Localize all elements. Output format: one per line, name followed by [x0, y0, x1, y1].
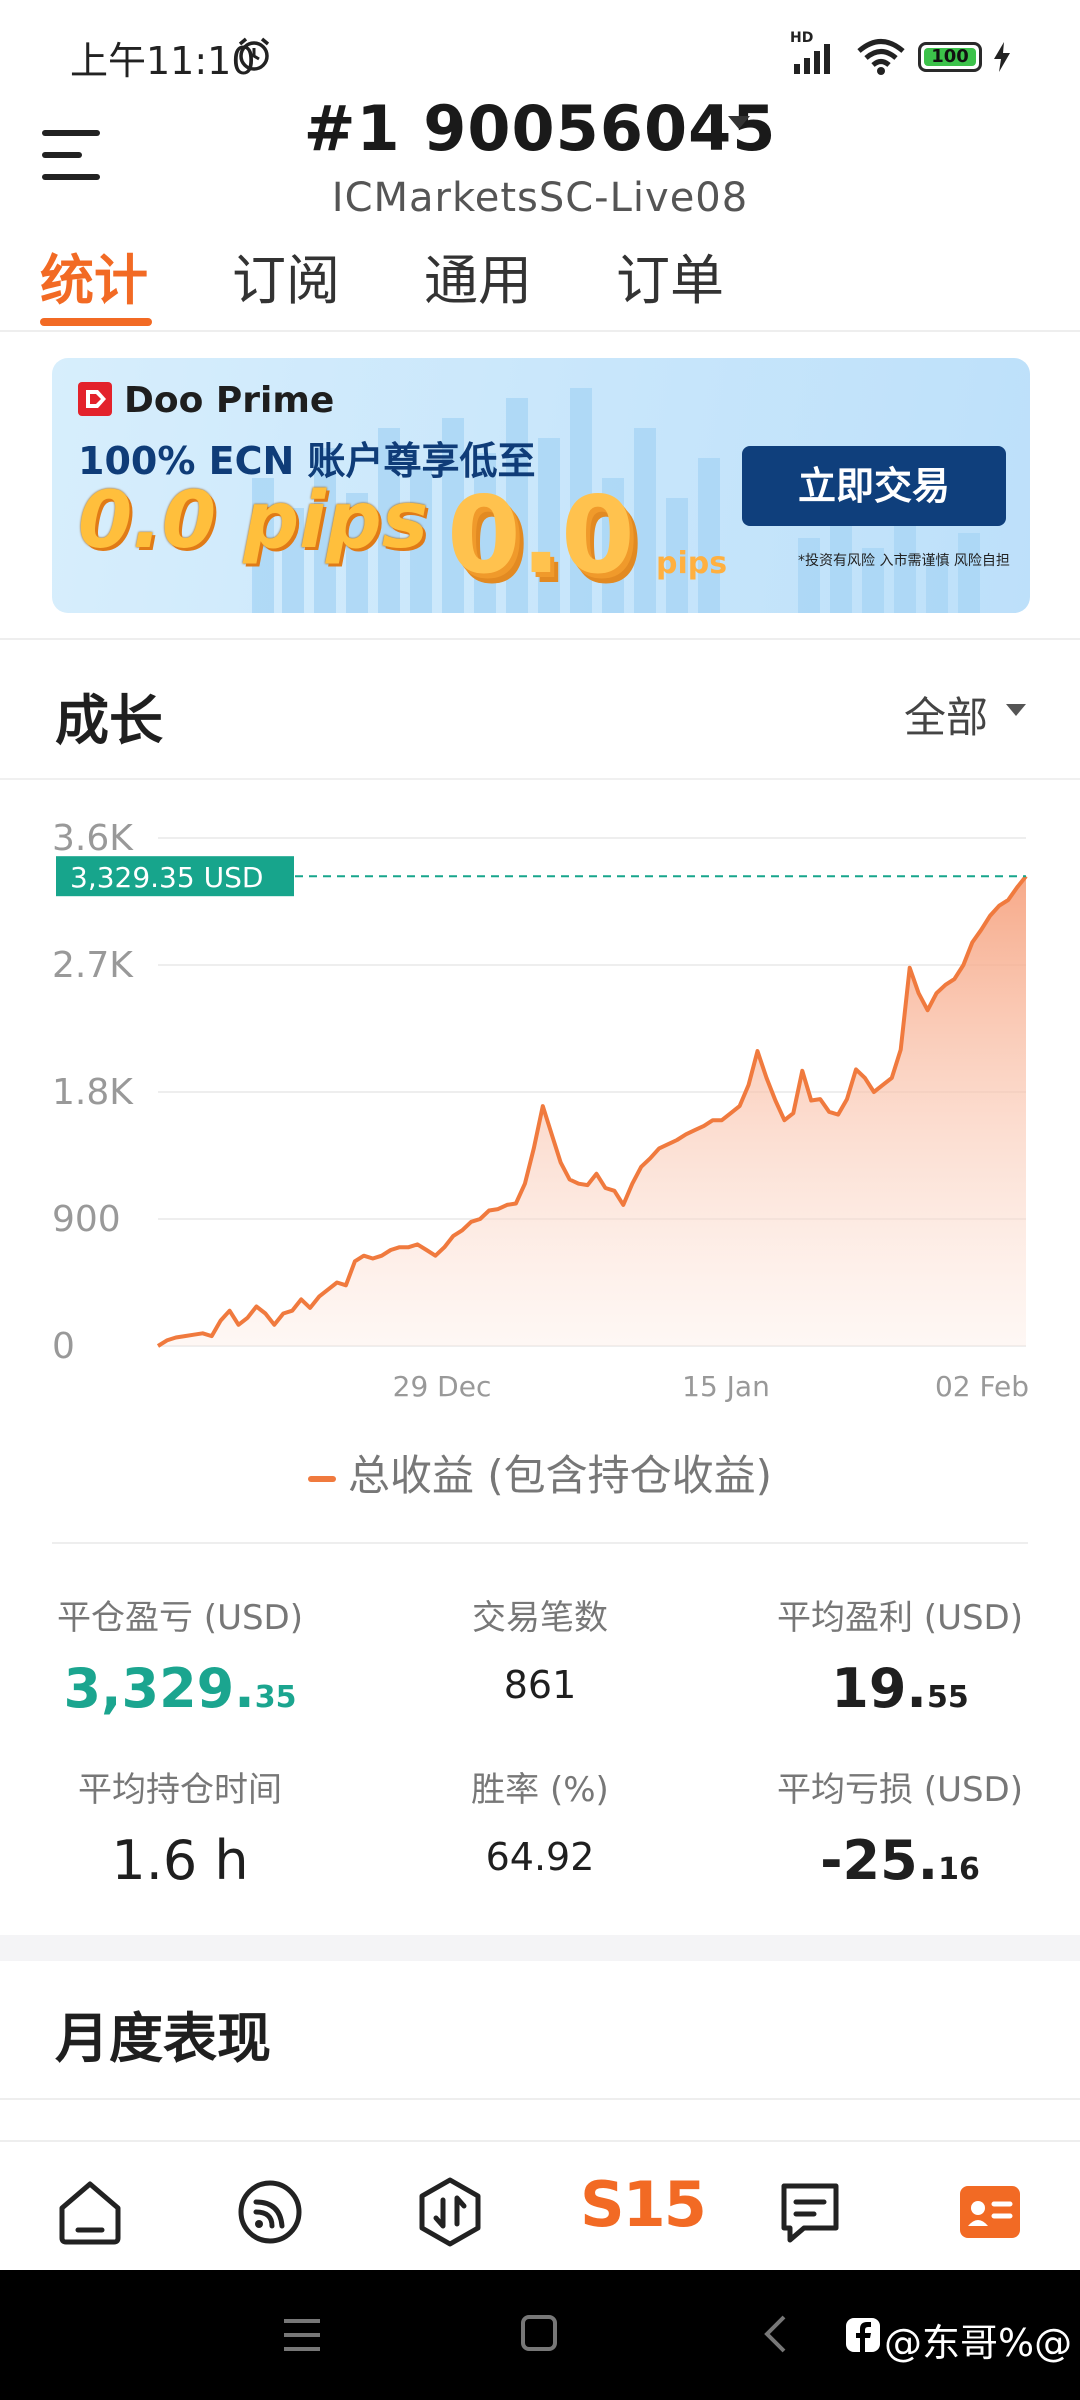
x-tick-label: 29 Dec — [393, 1370, 492, 1403]
promo-banner[interactable]: Doo Prime 100% ECN 账户尊享低至 0.0 pips 0.0 p… — [52, 358, 1030, 613]
chevron-down-icon[interactable] — [1006, 704, 1026, 716]
x-tick-label: 02 Feb — [935, 1370, 1029, 1403]
stat-label: 平均亏损 (USD) — [777, 1770, 1023, 1810]
stat-trades: 交易笔数 861 — [360, 1590, 720, 1707]
section-divider — [0, 1935, 1080, 1961]
banner-3d-small-text: pips — [656, 546, 728, 581]
signal-icon — [794, 44, 830, 74]
stat-label: 交易笔数 — [472, 1598, 608, 1638]
banner-3d-text: 0.0 — [447, 474, 635, 597]
y-tick-label: 0 — [52, 1326, 75, 1367]
stat-label: 平均持仓时间 — [78, 1770, 282, 1810]
stat-closed-pl: 平仓盈亏 (USD) 3,329.35 — [0, 1590, 360, 1720]
divider — [0, 330, 1080, 332]
account-server: ICMarketsSC-Live08 — [331, 175, 749, 221]
chart-legend: 总收益 (包含持仓收益) — [0, 1442, 1080, 1503]
trade-now-button[interactable]: 立即交易 — [742, 446, 1006, 526]
stat-avg-profit: 平均盈利 (USD) 19.55 — [720, 1590, 1080, 1720]
y-tick-label: 3.6K — [52, 818, 134, 859]
tab-stats[interactable]: 统计 — [40, 236, 148, 315]
divider — [52, 1542, 1028, 1544]
doo-prime-logo-icon — [78, 382, 112, 416]
home-nav-icon[interactable] — [520, 2314, 558, 2352]
alarm-icon — [238, 37, 270, 71]
risk-note: *投资有风险 入市需谨慎 风险自担 — [798, 553, 1010, 569]
stat-value: 19.55 — [831, 1657, 969, 1720]
back-icon[interactable] — [762, 2314, 788, 2354]
stat-value: -25.16 — [820, 1829, 980, 1892]
stat-win-rate: 胜率 (%) 64.92 — [360, 1762, 720, 1879]
monthly-title: 月度表现 — [55, 2007, 271, 2070]
trade-icon[interactable] — [410, 2172, 490, 2252]
divider — [0, 638, 1080, 640]
facebook-icon — [846, 2318, 880, 2352]
charging-icon — [994, 42, 1010, 72]
tab-general[interactable]: 通用 — [424, 236, 532, 315]
growth-chart[interactable]: 3.6K 2.7K 1.8K 900 0 29 Dec 15 Jan 02 Feb 3,329.… — [0, 800, 1080, 1420]
bottom-nav: S15 — [0, 2140, 1080, 2272]
tab-subscribe[interactable]: 订阅 — [232, 236, 340, 315]
divider — [0, 778, 1080, 780]
stat-value: 64.92 — [485, 1835, 595, 1879]
status-time: 上午11:10 — [70, 39, 256, 83]
y-tick-label: 1.8K — [52, 1072, 134, 1113]
banner-big-text: 0.0 pips — [78, 476, 429, 566]
account-title[interactable]: #1 90056045 — [0, 92, 1080, 165]
y-tick-label: 900 — [52, 1199, 121, 1240]
tab-indicator — [40, 318, 152, 326]
recents-icon[interactable] — [282, 2318, 322, 2352]
stat-label: 平均盈利 (USD) — [777, 1598, 1023, 1638]
battery-level: 100 — [924, 48, 976, 66]
watermark: @东哥%@ — [884, 2321, 1073, 2365]
stat-avg-loss: 平均亏损 (USD) -25.16 — [720, 1762, 1080, 1892]
account-dropdown-icon[interactable] — [728, 116, 750, 129]
y-tick-label: 2.7K — [52, 945, 134, 986]
wifi-icon — [857, 39, 905, 75]
range-select[interactable]: 全部 — [904, 684, 988, 745]
banner-brand: Doo Prime — [124, 380, 335, 421]
profile-card-icon[interactable] — [950, 2172, 1030, 2252]
x-tick-label: 15 Jan — [682, 1370, 770, 1403]
current-value-label: 3,329.35 USD — [70, 861, 263, 894]
signal-feed-icon[interactable] — [230, 2172, 310, 2252]
divider — [0, 2098, 1080, 2100]
message-icon[interactable] — [770, 2172, 850, 2252]
stat-value: 1.6 h — [111, 1829, 249, 1892]
home-icon[interactable] — [50, 2172, 130, 2252]
status-bar: 上午11:10 HD 100 — [0, 0, 1080, 100]
battery-icon: 100 — [918, 42, 982, 72]
stat-value: 861 — [503, 1663, 577, 1707]
tab-orders[interactable]: 订单 — [616, 236, 724, 315]
growth-title: 成长 — [55, 689, 163, 752]
stat-avg-hold: 平均持仓时间 1.6 h — [0, 1762, 360, 1892]
series-area — [158, 876, 1026, 1346]
stat-value: 3,329.35 — [63, 1657, 297, 1720]
s15-tab[interactable]: S15 — [580, 2168, 707, 2241]
stat-label: 平仓盈亏 (USD) — [57, 1598, 303, 1638]
tab-bar: 统计 订阅 通用 订单 — [0, 236, 1080, 328]
stat-label: 胜率 (%) — [471, 1770, 609, 1810]
legend-swatch — [307, 1475, 336, 1482]
legend-label: 总收益 (包含持仓收益) — [347, 1451, 773, 1500]
